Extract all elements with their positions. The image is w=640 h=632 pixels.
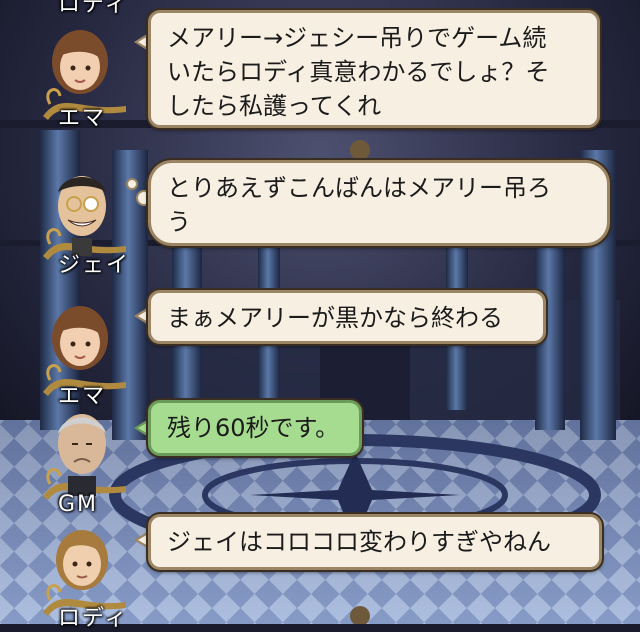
system-bubble: 残り60秒です。: [148, 400, 362, 456]
speech-bubble: まぁメアリーが黒かなら終わる: [148, 290, 546, 344]
speech-bubble: メアリー→ジェシー吊りでゲーム続 いたらロディ真意わかるでしょ？そ したら私護っ…: [148, 10, 600, 128]
speaker-name: エマ: [58, 106, 107, 131]
thought-dot-small: [126, 178, 138, 190]
speaker-name: ジェイ: [58, 253, 131, 278]
gm-portrait-icon: [43, 414, 126, 500]
speaker-name-partial: ロディ: [58, 0, 129, 17]
speaker-name: ロディ: [58, 606, 129, 631]
speaker-name: GM: [58, 492, 99, 517]
thought-bubble: とりあえずこんばんはメアリー吊ろ う: [148, 160, 610, 246]
speech-bubble: ジェイはコロコロ変わりすぎやねん: [148, 514, 602, 570]
avatar-gm[interactable]: [38, 400, 128, 504]
